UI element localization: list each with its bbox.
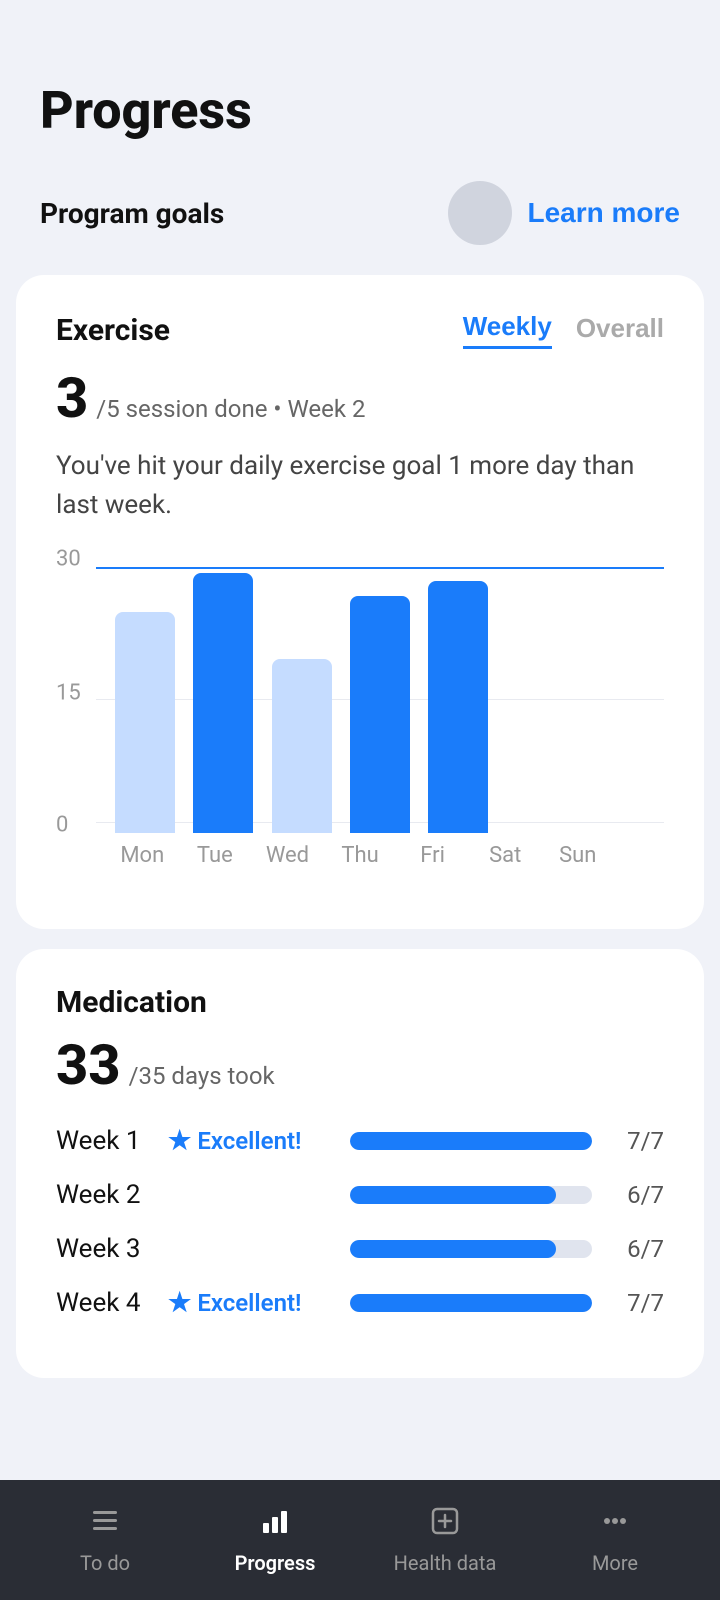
x-label-sat: Sat — [469, 843, 542, 868]
bar-wed-fill — [272, 659, 332, 833]
bar-sun — [576, 553, 654, 833]
tab-overall[interactable]: Overall — [576, 313, 664, 348]
exercise-card: Exercise Weekly Overall 3 /5 session don… — [16, 275, 704, 929]
tab-weekly[interactable]: Weekly — [463, 311, 552, 349]
bottom-nav: To do Progress Health data — [0, 1480, 720, 1600]
week-row-3: Week 3 ★ Excellent! 6/7 — [56, 1234, 664, 1264]
week-4-progress-fill — [350, 1294, 592, 1312]
bar-fri — [419, 553, 497, 833]
exercise-title: Exercise — [56, 313, 170, 348]
chart-area: 30 15 0 — [56, 553, 664, 833]
exercise-big-num: 3 — [56, 365, 88, 431]
bar-wed — [263, 553, 341, 833]
bar-thu-fill — [350, 596, 410, 833]
program-goals-avatar — [448, 181, 512, 245]
bar-sat — [497, 553, 575, 833]
star-icon-4: ★ — [168, 1288, 191, 1318]
page-header: Progress — [0, 0, 720, 161]
chart-x-labels: Mon Tue Wed Thu Fri Sat Sun — [56, 833, 664, 868]
week-1-progress-fill — [350, 1132, 592, 1150]
x-label-tue: Tue — [179, 843, 252, 868]
program-goals-label: Program goals — [40, 197, 432, 230]
week-row-1: Week 1 ★ Excellent! 7/7 — [56, 1126, 664, 1156]
week-1-badge: ★ Excellent! — [168, 1126, 338, 1156]
x-label-sun: Sun — [541, 843, 614, 868]
week-3-progress-bg — [350, 1240, 592, 1258]
week-1-score: 7/7 — [604, 1127, 664, 1155]
week-2-progress-fill — [350, 1186, 556, 1204]
star-icon-1: ★ — [168, 1126, 191, 1156]
week-4-badge-text: Excellent! — [197, 1289, 301, 1317]
week-4-progress-bg — [350, 1294, 592, 1312]
y-label-15: 15 — [56, 681, 81, 706]
week-4-badge: ★ Excellent! — [168, 1288, 338, 1318]
bar-thu — [341, 553, 419, 833]
nav-todo[interactable]: To do — [20, 1505, 190, 1575]
week-2-score: 6/7 — [604, 1181, 664, 1209]
week-1-progress-bg — [350, 1132, 592, 1150]
exercise-bar-chart: 30 15 0 — [56, 553, 664, 893]
bar-mon — [106, 553, 184, 833]
x-label-wed: Wed — [251, 843, 324, 868]
bar-mon-fill — [115, 612, 175, 833]
health-data-icon — [429, 1505, 461, 1545]
medication-count-row: 33 /35 days took — [56, 1032, 664, 1098]
y-label-0: 0 — [56, 812, 68, 837]
progress-label: Progress — [235, 1551, 316, 1575]
bars-container — [96, 553, 664, 833]
week-3-label: Week 3 — [56, 1234, 156, 1264]
week-row-4: Week 4 ★ Excellent! 7/7 — [56, 1288, 664, 1318]
week-1-label: Week 1 — [56, 1126, 156, 1156]
exercise-count-detail: /5 session done • Week 2 — [96, 395, 365, 423]
learn-more-button[interactable]: Learn more — [528, 197, 681, 229]
progress-icon — [259, 1505, 291, 1545]
week-2-progress-bg — [350, 1186, 592, 1204]
medication-card: Medication 33 /35 days took Week 1 ★ Exc… — [16, 949, 704, 1378]
x-label-mon: Mon — [106, 843, 179, 868]
y-label-30: 30 — [56, 546, 81, 571]
week-2-label: Week 2 — [56, 1180, 156, 1210]
exercise-count-row: 3 /5 session done • Week 2 — [56, 365, 664, 431]
week-3-score: 6/7 — [604, 1235, 664, 1263]
exercise-header: Exercise Weekly Overall — [56, 311, 664, 349]
x-label-fri: Fri — [396, 843, 469, 868]
x-label-thu: Thu — [324, 843, 397, 868]
more-icon — [599, 1505, 631, 1545]
week-4-score: 7/7 — [604, 1289, 664, 1317]
bar-tue-fill — [193, 573, 253, 833]
tab-group: Weekly Overall — [463, 311, 664, 349]
nav-progress[interactable]: Progress — [190, 1505, 360, 1575]
week-row-2: Week 2 ★ Excellent! 6/7 — [56, 1180, 664, 1210]
page-title: Progress — [40, 80, 680, 141]
week-4-label: Week 4 — [56, 1288, 156, 1318]
todo-label: To do — [80, 1551, 130, 1575]
week-1-badge-text: Excellent! — [197, 1127, 301, 1155]
bar-fri-fill — [428, 581, 488, 833]
medication-title: Medication — [56, 985, 664, 1020]
medication-big-num: 33 — [56, 1032, 121, 1098]
nav-more[interactable]: More — [530, 1505, 700, 1575]
nav-health-data[interactable]: Health data — [360, 1505, 530, 1575]
exercise-description: You've hit your daily exercise goal 1 mo… — [56, 447, 664, 525]
more-label: More — [592, 1551, 638, 1575]
bar-tue — [184, 553, 262, 833]
week-3-progress-fill — [350, 1240, 556, 1258]
todo-icon — [89, 1505, 121, 1545]
medication-detail: /35 days took — [129, 1062, 275, 1090]
health-data-label: Health data — [394, 1551, 497, 1575]
program-goals-row: Program goals Learn more — [0, 161, 720, 275]
